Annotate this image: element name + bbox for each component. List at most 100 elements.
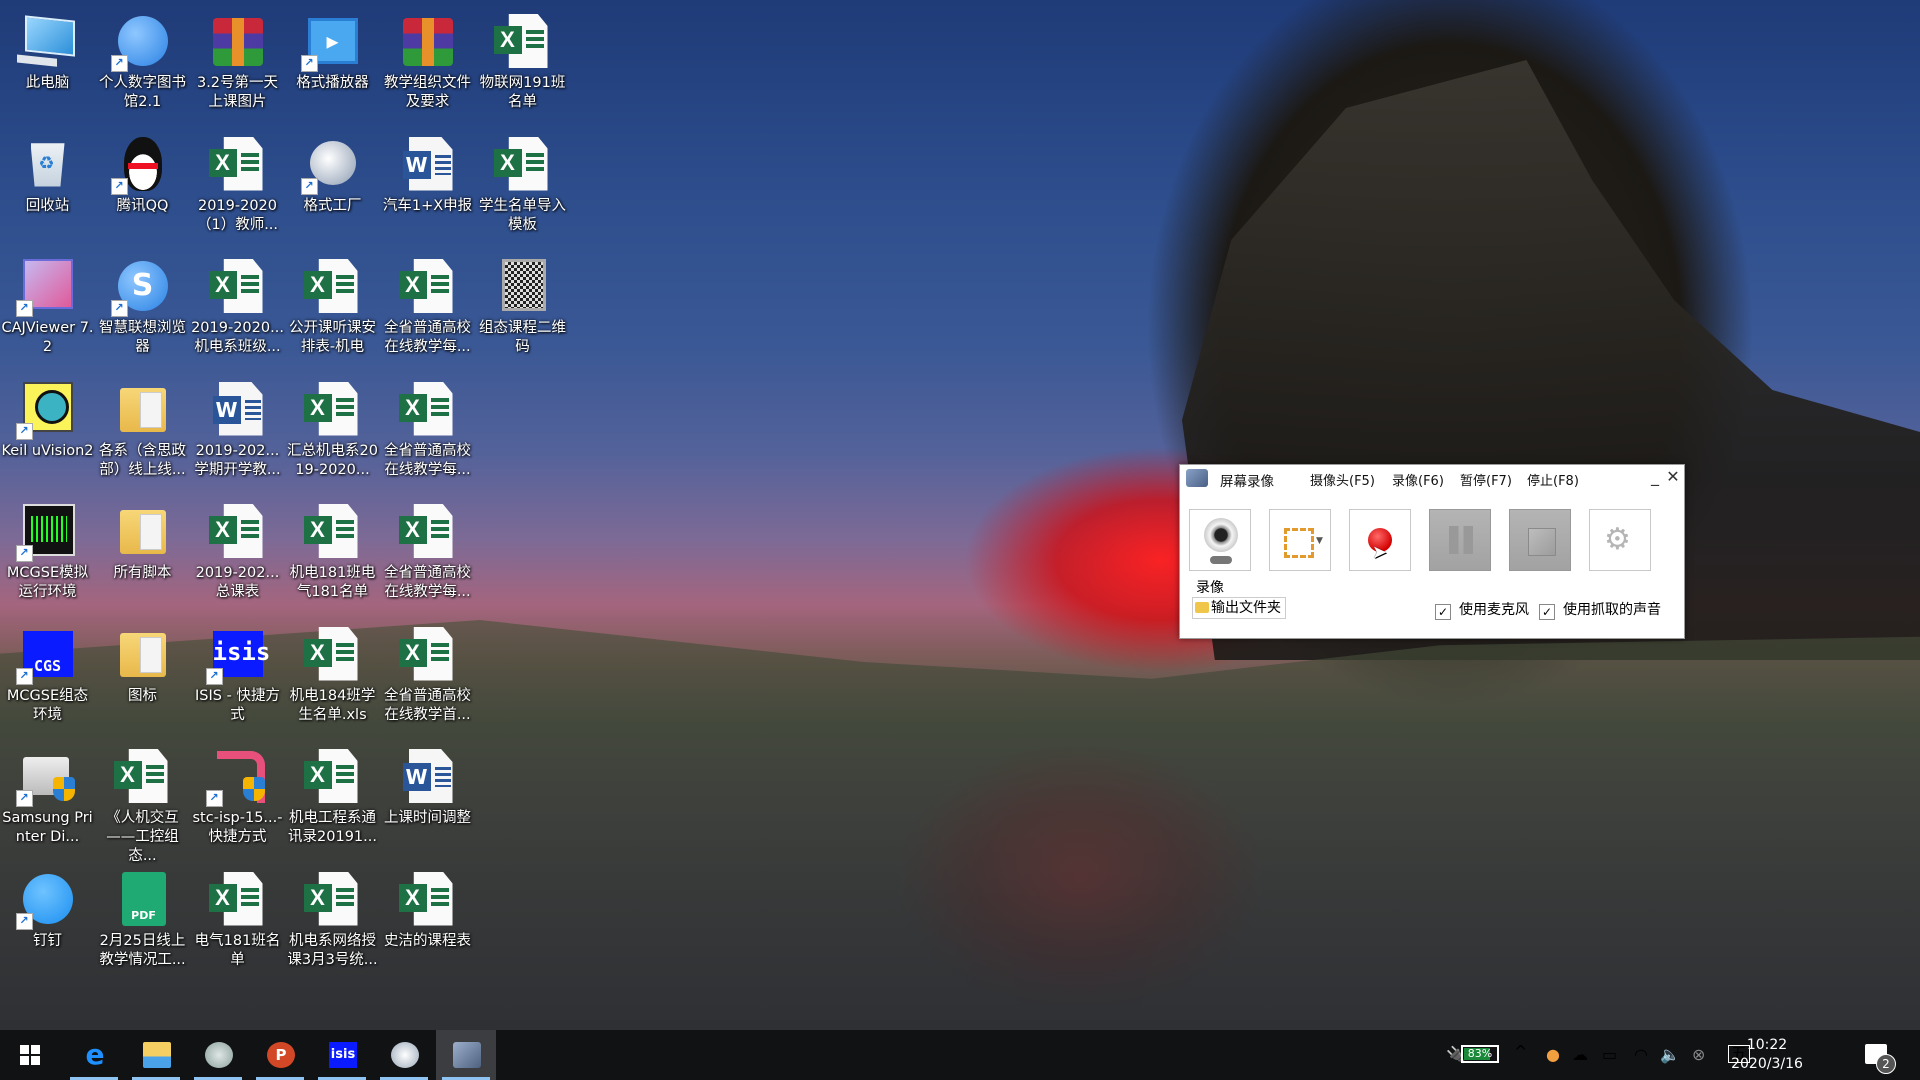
icon-part: X (208, 148, 237, 177)
output-folder-button[interactable]: 输出文件夹 (1192, 597, 1286, 619)
pdf-file-icon: PDF (114, 870, 172, 928)
wifi-icon[interactable]: ◠ (1634, 1045, 1648, 1064)
settings-button[interactable]: ⚙ (1589, 509, 1651, 571)
excel-file-icon: X (493, 135, 552, 193)
desktop-icon[interactable]: 回收站 (0, 131, 95, 216)
onedrive-icon[interactable]: ☁ (1572, 1045, 1588, 1064)
desktop-icon[interactable]: 3.2号第一天上课图片 (190, 8, 285, 112)
desktop-icon[interactable]: 此电脑 (0, 8, 95, 93)
taskbar-edge[interactable]: e (64, 1030, 124, 1080)
desktop-icon[interactable]: ↗ Samsung Printer Di... (0, 743, 95, 847)
title-bar[interactable]: 屏幕录像 摄像头(F5) 录像(F6) 暂停(F7) 停止(F8) _ ✕ (1180, 465, 1684, 491)
show-hidden-icons-button[interactable]: ^ (1514, 1042, 1527, 1061)
shortcut-arrow-icon: ↗ (15, 667, 33, 685)
clock[interactable]: 10:22 2020/3/16 (1726, 1036, 1808, 1074)
excel-file-icon: X (398, 625, 457, 683)
menu-stop[interactable]: 停止(F8) (1527, 470, 1579, 489)
desktop-icon[interactable]: 教学组织文件及要求 (380, 8, 475, 112)
desktop-icon[interactable]: X 机电系网络授课3月3号统... (285, 866, 380, 970)
icon-part (240, 887, 259, 908)
desktop-icon[interactable]: X 物联网191班名单 (475, 8, 570, 112)
desktop-icon-label: MCGSE模拟运行环境 (6, 565, 89, 600)
taskbar-file-explorer[interactable] (126, 1030, 186, 1080)
taskbar-screen-recorder[interactable] (436, 1030, 496, 1080)
pause-icon (1449, 526, 1473, 554)
desktop-icon[interactable]: ▶ ↗ 格式播放器 (285, 8, 380, 93)
this-pc-icon (19, 12, 77, 70)
desktop-icon[interactable]: X 全省普通高校在线教学每... (380, 498, 475, 602)
desktop-icon[interactable]: ↗ CAJViewer 7.2 (0, 253, 95, 357)
excel-file-icon: X (493, 12, 552, 70)
desktop-icon[interactable]: X 电气181班名单 (190, 866, 285, 970)
mcgse-sim-icon: ↗ (15, 502, 77, 562)
desktop-icon[interactable]: X 机电184班学生名单.xls (285, 621, 380, 725)
use-captured-audio-checkbox[interactable]: ✓ 使用抓取的声音 (1539, 599, 1661, 620)
shortcut-arrow-icon: ↗ (15, 912, 33, 930)
desktop-icon[interactable]: X 机电181班电气181名单 (285, 498, 380, 602)
close-button[interactable]: ✕ (1662, 465, 1684, 491)
desktop-icon[interactable]: ↗ stc-isp-15...- 快捷方式 (190, 743, 285, 847)
desktop-icon[interactable]: W 汽车1+X申报 (380, 131, 475, 216)
desktop-icon[interactable]: X 学生名单导入模板 (475, 131, 570, 235)
taskbar-app-globe[interactable] (188, 1030, 248, 1080)
taskbar-format-factory[interactable] (374, 1030, 434, 1080)
shortcut-arrow-icon: ↗ (300, 177, 318, 195)
select-region-button[interactable]: ▼ (1269, 509, 1331, 571)
desktop-icon[interactable]: X 全省普通高校在线教学每... (380, 253, 475, 357)
start-button[interactable] (0, 1030, 60, 1080)
desktop-icon[interactable]: ↗ 腾讯QQ (95, 131, 190, 216)
taskbar-isis[interactable]: isis (312, 1030, 372, 1080)
taskbar-powerpoint[interactable]: P (250, 1030, 310, 1080)
excel-file-icon: X (303, 747, 362, 805)
stop-button[interactable] (1509, 509, 1571, 571)
desktop-icon[interactable]: ↗ 格式工厂 (285, 131, 380, 216)
desktop-icon[interactable]: isis ↗ ISIS - 快捷方式 (190, 621, 285, 725)
desktop-icon[interactable]: X 2019-202...总课表 (190, 498, 285, 602)
desktop-icon-label: 机电181班电气181名单 (289, 565, 376, 600)
desktop-icon-label: 腾讯QQ (116, 197, 169, 214)
desktop-icon[interactable]: X 机电工程系通讯录20191... (285, 743, 380, 847)
pause-button[interactable] (1429, 509, 1491, 571)
desktop-icon[interactable]: PDF 2月25日线上教学情况工... (95, 866, 190, 970)
desktop-icon[interactable]: W 2019-202...学期开学教... (190, 376, 285, 480)
desktop-icon[interactable]: X 全省普通高校在线教学每... (380, 376, 475, 480)
power-status-icon[interactable]: ▭ (1602, 1045, 1617, 1064)
desktop-icon[interactable]: ↗ Keil uVision2 (0, 376, 95, 461)
cajviewer-icon: ↗ (15, 257, 77, 317)
desktop-icon-label: 汽车1+X申报 (382, 197, 473, 214)
volume-icon[interactable]: 🔈 (1660, 1045, 1680, 1064)
desktop-icon[interactable]: ↗ MCGSE模拟运行环境 (0, 498, 95, 602)
desktop-icon[interactable]: X 公开课听课安排表-机电 (285, 253, 380, 357)
menu-camera[interactable]: 摄像头(F5) (1310, 470, 1375, 489)
desktop-icon[interactable]: X 2019-2020（1）教师... (190, 131, 285, 235)
desktop-icon[interactable]: 图标 (95, 621, 190, 706)
desktop-icon[interactable]: ↗ 个人数字图书馆2.1 (95, 8, 190, 112)
desktop-icon[interactable]: CGS ↗ MCGSE组态环境 (0, 621, 95, 725)
desktop-icon[interactable]: 组态课程二维码 (475, 253, 570, 357)
menu-pause[interactable]: 暂停(F7) (1460, 470, 1512, 489)
desktop-icon-label: 图标 (128, 687, 157, 704)
webcam-button[interactable] (1189, 509, 1251, 571)
desktop-icon-label: 格式播放器 (296, 75, 369, 91)
use-microphone-checkbox[interactable]: ✓ 使用麦克风 (1435, 599, 1529, 620)
desktop-icon[interactable]: W 上课时间调整 (380, 743, 475, 828)
desktop-icon[interactable]: X 2019-2020...机电系班级... (190, 253, 285, 357)
network-error-icon[interactable]: ⊗ (1692, 1045, 1705, 1064)
record-button[interactable]: ➤ (1349, 509, 1411, 571)
tray-app-icon[interactable]: ● (1546, 1045, 1560, 1064)
desktop-icon[interactable]: 所有脚本 (95, 498, 190, 583)
desktop-icon[interactable]: ↗ 钉钉 (0, 866, 95, 951)
battery-indicator[interactable]: 83% (1461, 1045, 1499, 1063)
desktop-icon-label: 公开课听课安排表-机电 (289, 320, 376, 355)
desktop-icon-label: 汇总机电系2019-2020... (287, 442, 378, 478)
icon-part: X (398, 271, 427, 299)
desktop-icon[interactable]: X 史洁的课程表 (380, 866, 475, 951)
desktop-icon[interactable]: S ↗ 智慧联想浏览器 (95, 253, 190, 357)
desktop-icon[interactable]: X 全省普通高校在线教学首... (380, 621, 475, 725)
menu-record[interactable]: 录像(F6) (1392, 470, 1444, 489)
icon-part: X (398, 883, 427, 912)
desktop-icon[interactable]: X 《人机交互——工控组态... (95, 743, 190, 866)
use-captured-audio-label: 使用抓取的声音 (1563, 602, 1661, 618)
desktop-icon[interactable]: 各系（含思政部）线上线... (95, 376, 190, 480)
desktop-icon[interactable]: X 汇总机电系2019-2020... (285, 376, 380, 480)
